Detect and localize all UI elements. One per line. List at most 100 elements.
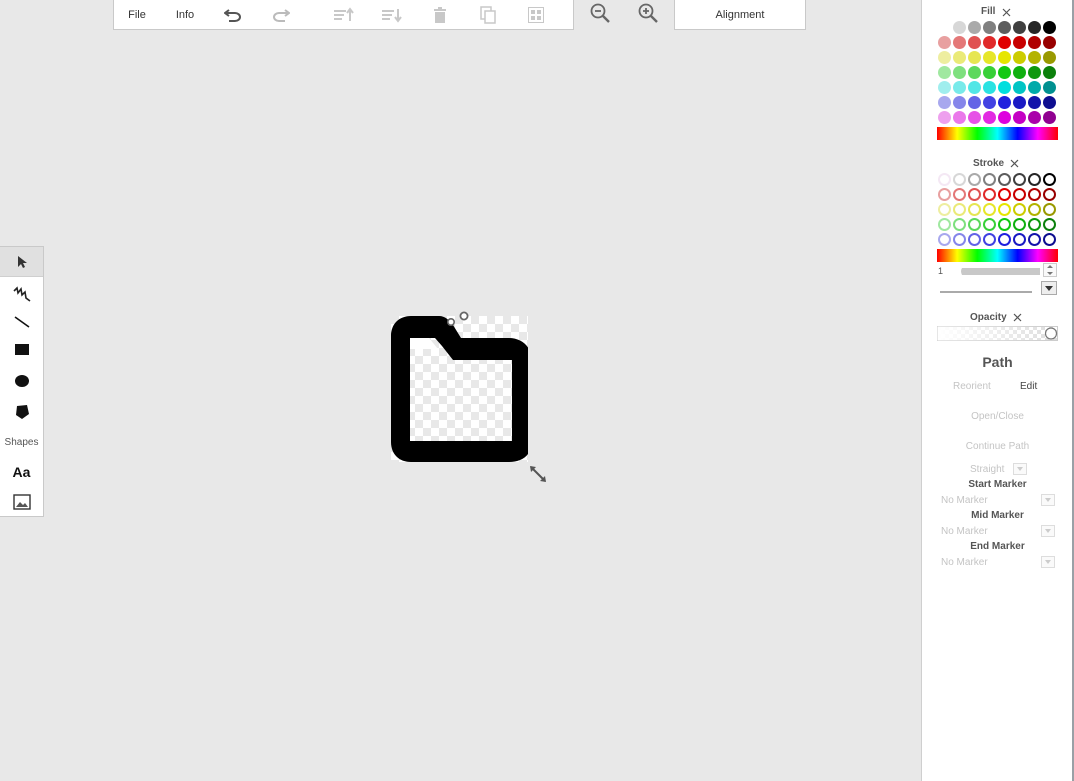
stroke-swatch[interactable] <box>997 187 1012 202</box>
fill-swatch[interactable] <box>982 35 997 50</box>
stroke-swatch[interactable] <box>1042 217 1057 232</box>
stroke-swatch[interactable] <box>1012 232 1027 247</box>
move-to-top-icon[interactable] <box>332 3 356 27</box>
redo-icon[interactable] <box>269 3 293 27</box>
stroke-width-value[interactable]: 1 <box>938 266 943 276</box>
stroke-swatch[interactable] <box>952 217 967 232</box>
stroke-swatch[interactable] <box>1012 217 1027 232</box>
fill-color-picker[interactable] <box>937 127 1058 140</box>
fill-swatch[interactable] <box>952 80 967 95</box>
continue-path-button[interactable]: Continue Path <box>922 441 1073 452</box>
fill-swatch[interactable] <box>1042 65 1057 80</box>
stroke-swatch[interactable] <box>1027 172 1042 187</box>
end-marker-dropdown[interactable] <box>1041 556 1055 568</box>
fill-swatch[interactable] <box>1012 50 1027 65</box>
stroke-swatch[interactable] <box>952 202 967 217</box>
stroke-swatch[interactable] <box>982 232 997 247</box>
reorient-button[interactable]: Reorient <box>953 381 991 392</box>
fill-swatch[interactable] <box>967 80 982 95</box>
fill-swatch[interactable] <box>952 20 967 35</box>
stroke-swatch[interactable] <box>982 202 997 217</box>
file-menu-button[interactable]: File <box>122 0 152 29</box>
stroke-swatch[interactable] <box>982 172 997 187</box>
stroke-swatch[interactable] <box>967 172 982 187</box>
fill-swatch[interactable] <box>1027 50 1042 65</box>
stroke-swatch[interactable] <box>997 202 1012 217</box>
rectangle-tool[interactable] <box>0 335 43 365</box>
stroke-swatch[interactable] <box>1012 202 1027 217</box>
stroke-swatch[interactable] <box>1027 217 1042 232</box>
fill-swatch[interactable] <box>997 110 1012 125</box>
fill-swatch[interactable] <box>1027 35 1042 50</box>
group-icon[interactable] <box>524 3 548 27</box>
stroke-color-picker[interactable] <box>937 249 1058 262</box>
stroke-swatch[interactable] <box>1012 172 1027 187</box>
fill-swatch[interactable] <box>1027 80 1042 95</box>
edit-path-button[interactable]: Edit <box>1020 381 1037 392</box>
stroke-swatch[interactable] <box>952 172 967 187</box>
stroke-swatch[interactable] <box>982 187 997 202</box>
fill-swatch[interactable] <box>1027 65 1042 80</box>
fill-swatch[interactable] <box>1012 110 1027 125</box>
fill-swatch[interactable] <box>997 65 1012 80</box>
fill-swatch[interactable] <box>1042 95 1057 110</box>
stroke-swatch[interactable] <box>937 217 952 232</box>
fill-swatch[interactable] <box>997 95 1012 110</box>
stroke-swatch[interactable] <box>967 202 982 217</box>
ellipse-tool[interactable] <box>0 366 43 396</box>
stroke-swatch[interactable] <box>1012 187 1027 202</box>
fill-swatch[interactable] <box>1042 20 1057 35</box>
fill-swatch[interactable] <box>937 95 952 110</box>
fill-swatch[interactable] <box>937 80 952 95</box>
stroke-swatch[interactable] <box>967 187 982 202</box>
stroke-swatch[interactable] <box>1027 187 1042 202</box>
fill-swatch[interactable] <box>982 110 997 125</box>
fill-swatch[interactable] <box>967 35 982 50</box>
fill-swatch[interactable] <box>952 110 967 125</box>
fill-swatch[interactable] <box>937 50 952 65</box>
opacity-slider[interactable] <box>937 326 1058 341</box>
image-tool[interactable] <box>0 487 43 517</box>
mid-marker-dropdown[interactable] <box>1041 525 1055 537</box>
fill-swatch[interactable] <box>997 20 1012 35</box>
move-to-bottom-icon[interactable] <box>380 3 404 27</box>
stroke-swatch[interactable] <box>997 232 1012 247</box>
fill-swatch[interactable] <box>982 20 997 35</box>
fill-swatch[interactable] <box>1012 65 1027 80</box>
fill-swatch[interactable] <box>937 65 952 80</box>
rotate-handle-icon[interactable] <box>444 311 472 329</box>
fill-swatch[interactable] <box>967 50 982 65</box>
stroke-swatch[interactable] <box>1042 202 1057 217</box>
fill-swatch[interactable] <box>1042 110 1057 125</box>
freehand-tool[interactable] <box>0 279 43 309</box>
line-tool[interactable] <box>0 307 43 337</box>
fill-swatch[interactable] <box>997 35 1012 50</box>
fill-swatch[interactable] <box>937 35 952 50</box>
stroke-swatch[interactable] <box>952 232 967 247</box>
stroke-swatch[interactable] <box>1027 232 1042 247</box>
stroke-swatch[interactable] <box>1042 232 1057 247</box>
delete-icon[interactable] <box>428 3 452 27</box>
fill-swatch[interactable] <box>952 65 967 80</box>
stroke-swatch[interactable] <box>997 172 1012 187</box>
stroke-swatch[interactable] <box>1027 202 1042 217</box>
stroke-swatch[interactable] <box>982 217 997 232</box>
segment-type-dropdown[interactable] <box>1013 463 1027 475</box>
open-close-button[interactable]: Open/Close <box>922 411 1073 422</box>
fill-swatch[interactable] <box>1012 95 1027 110</box>
stroke-swatch[interactable] <box>937 202 952 217</box>
fill-swatch[interactable] <box>967 110 982 125</box>
stroke-swatch[interactable] <box>967 232 982 247</box>
text-tool[interactable]: Aa <box>0 457 43 487</box>
fill-swatch[interactable] <box>982 50 997 65</box>
stroke-swatch[interactable] <box>937 187 952 202</box>
stroke-swatch[interactable] <box>952 187 967 202</box>
polygon-tool[interactable] <box>0 397 43 427</box>
fill-swatch[interactable] <box>1042 35 1057 50</box>
stroke-swatch[interactable] <box>937 172 952 187</box>
stroke-none-close-icon[interactable] <box>1010 159 1019 168</box>
stroke-width-slider[interactable] <box>960 264 1044 276</box>
start-marker-dropdown[interactable] <box>1041 494 1055 506</box>
alignment-button[interactable]: Alignment <box>674 0 806 30</box>
fill-swatch[interactable] <box>1027 95 1042 110</box>
